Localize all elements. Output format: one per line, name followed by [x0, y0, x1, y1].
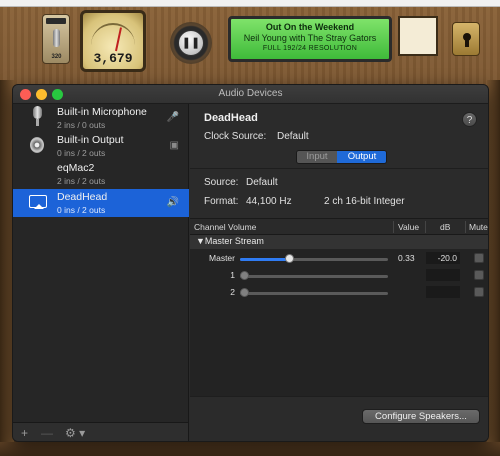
tab-output[interactable]: Output: [337, 151, 386, 163]
airplay-icon: [29, 195, 47, 209]
device-item-built-in-microphone[interactable]: Built-in Microphone 2 ins / 0 outs 🎤: [13, 104, 189, 132]
table-header: Channel Volume Value dB Mute: [190, 219, 488, 235]
audio-devices-window: Audio Devices Built-in Microphone 2 ins …: [12, 84, 489, 442]
volume-slider-knob: [240, 271, 249, 280]
toggle-lever: [53, 29, 60, 47]
table-row: 2: [190, 285, 488, 301]
toggle-switch[interactable]: 320: [42, 14, 70, 64]
volume-db-field[interactable]: -20.0: [426, 252, 460, 264]
master-stream-label: ▼Master Stream: [196, 236, 264, 246]
gear-menu-button[interactable]: ⚙ ▾: [65, 426, 85, 440]
track-artist: Neil Young with The Stray Gators: [243, 33, 377, 43]
detail-footer: Configure Speakers...: [190, 396, 488, 441]
device-list: Built-in Microphone 2 ins / 0 outs 🎤 Bui…: [13, 104, 189, 422]
device-name: Built-in Output: [57, 134, 124, 146]
volume-badge-icon: 🔊: [166, 197, 179, 208]
volume-slider: [240, 271, 388, 280]
add-device-button[interactable]: +: [21, 426, 28, 440]
volume-slider: [240, 288, 388, 297]
pause-icon: ❚❚: [181, 37, 201, 49]
finder-badge-icon: ▣: [169, 140, 179, 151]
browser-toolbar-strip: [0, 0, 500, 7]
device-detail-panel: DeadHead ? Clock Source: Default Input O…: [190, 104, 488, 441]
track-title: Out On the Weekend: [265, 22, 355, 32]
volume-slider-knob[interactable]: [285, 254, 294, 263]
mute-checkbox: [474, 270, 484, 280]
now-playing-display: Out On the Weekend Neil Young with The S…: [228, 16, 392, 62]
microphone-icon: [32, 106, 43, 128]
tab-input[interactable]: Input: [297, 151, 337, 163]
clock-source-value[interactable]: Default: [277, 131, 309, 142]
vu-arc: [91, 23, 135, 45]
format-sample-rate[interactable]: 44,100 Hz: [246, 196, 292, 207]
pause-button[interactable]: ❚❚: [178, 30, 204, 56]
vu-readout: 3,679: [93, 51, 133, 66]
speaker-icon: [30, 134, 46, 156]
input-output-segmented-control: Input Output: [296, 150, 387, 164]
lock-icon[interactable]: [452, 22, 480, 56]
device-name: DeadHead: [57, 191, 108, 203]
channel-volume-table: Channel Volume Value dB Mute ▼Master Str…: [190, 218, 488, 396]
channel-label: Master: [209, 253, 235, 263]
format-label: Format:: [204, 196, 239, 207]
toggle-number: 320: [51, 54, 62, 60]
master-stream-group[interactable]: ▼Master Stream: [190, 235, 488, 249]
header-value: Value: [398, 222, 420, 232]
device-io: 0 ins / 2 outs: [57, 205, 106, 215]
volume-value: 0.33: [398, 253, 415, 263]
vu-meter: 3,679: [80, 10, 146, 72]
device-io: 0 ins / 2 outs: [57, 148, 106, 158]
wood-frame-bottom: [0, 442, 500, 456]
album-art: [398, 16, 438, 56]
volume-db-field: [426, 286, 460, 298]
device-item-eqmac2[interactable]: eqMac2 2 ins / 2 outs: [13, 160, 189, 188]
toggle-tag: [46, 18, 66, 24]
track-quality: FULL 192/24 RESOLUTION: [262, 45, 358, 52]
source-value[interactable]: Default: [246, 177, 278, 188]
header-mute: Mute: [469, 222, 488, 232]
microphone-badge-icon: 🎤: [166, 112, 179, 123]
window-titlebar: Audio Devices: [13, 85, 488, 104]
table-row: Master 0.33 -20.0: [190, 251, 488, 267]
header-db: dB: [440, 222, 451, 232]
source-label: Source:: [204, 177, 239, 188]
help-button[interactable]: ?: [462, 112, 477, 127]
channel-label: 2: [230, 287, 235, 297]
channel-label: 1: [230, 270, 235, 280]
device-list-toolbar: + — ⚙ ▾: [13, 422, 189, 441]
device-name: Built-in Microphone: [57, 106, 147, 118]
device-io: 2 ins / 2 outs: [57, 176, 106, 186]
configure-speakers-button[interactable]: Configure Speakers...: [362, 409, 480, 424]
clock-source-label: Clock Source:: [204, 131, 267, 142]
table-row: 1: [190, 268, 488, 284]
mute-checkbox[interactable]: [474, 253, 484, 263]
device-item-deadhead[interactable]: DeadHead 0 ins / 2 outs 🔊: [13, 189, 189, 217]
volume-slider-knob: [240, 288, 249, 297]
device-io: 2 ins / 0 outs: [57, 120, 106, 130]
mute-checkbox: [474, 287, 484, 297]
volume-slider[interactable]: [240, 254, 388, 263]
divider: [190, 168, 488, 169]
remove-device-button[interactable]: —: [41, 426, 53, 440]
volume-slider-fill: [240, 258, 289, 261]
device-title: DeadHead: [204, 112, 258, 124]
device-item-built-in-output[interactable]: Built-in Output 0 ins / 2 outs ▣: [13, 132, 189, 160]
volume-db-field: [426, 269, 460, 281]
keyhole-slot: [465, 39, 469, 47]
window-title: Audio Devices: [218, 88, 283, 99]
header-channel-volume: Channel Volume: [194, 222, 257, 232]
device-name: eqMac2: [57, 162, 95, 174]
format-bit-depth[interactable]: 2 ch 16-bit Integer: [324, 196, 405, 207]
